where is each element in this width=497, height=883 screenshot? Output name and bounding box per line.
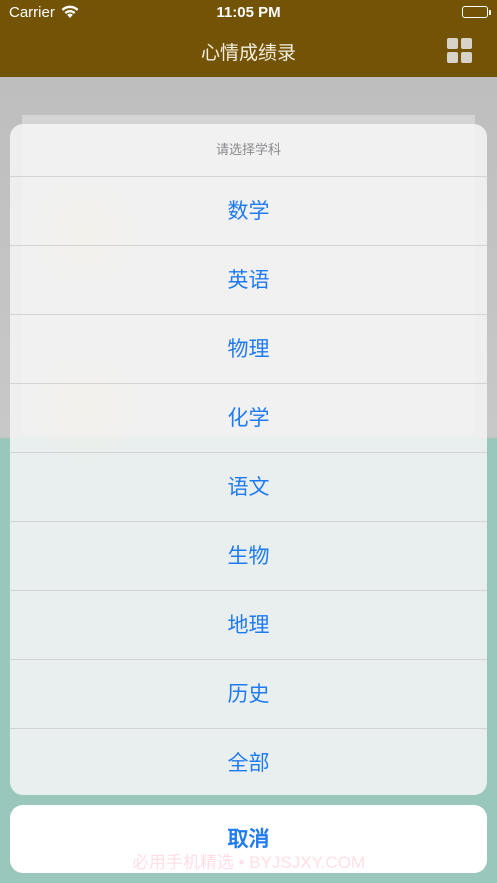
- cancel-button[interactable]: 取消: [10, 805, 487, 873]
- option-history[interactable]: 历史: [10, 660, 487, 729]
- action-sheet-title: 请选择学科: [10, 124, 487, 177]
- grid-icon[interactable]: [447, 38, 473, 64]
- subject-action-sheet: 请选择学科 数学 英语 物理 化学 语文 生物 地理 历史 全部: [10, 124, 487, 795]
- option-chinese[interactable]: 语文: [10, 453, 487, 522]
- option-math[interactable]: 数学: [10, 177, 487, 246]
- navigation-bar: Carrier 11:05 PM 心情成绩录: [0, 0, 497, 77]
- option-physics[interactable]: 物理: [10, 315, 487, 384]
- page-title: 心情成绩录: [200, 42, 296, 64]
- status-bar: Carrier 11:05 PM: [0, 0, 497, 26]
- option-biology[interactable]: 生物: [10, 522, 487, 591]
- battery-icon: [462, 6, 491, 18]
- option-geography[interactable]: 地理: [10, 591, 487, 660]
- option-english[interactable]: 英语: [10, 246, 487, 315]
- option-all[interactable]: 全部: [10, 729, 487, 795]
- option-chemistry[interactable]: 化学: [10, 384, 487, 453]
- status-time: 11:05 PM: [216, 4, 281, 21]
